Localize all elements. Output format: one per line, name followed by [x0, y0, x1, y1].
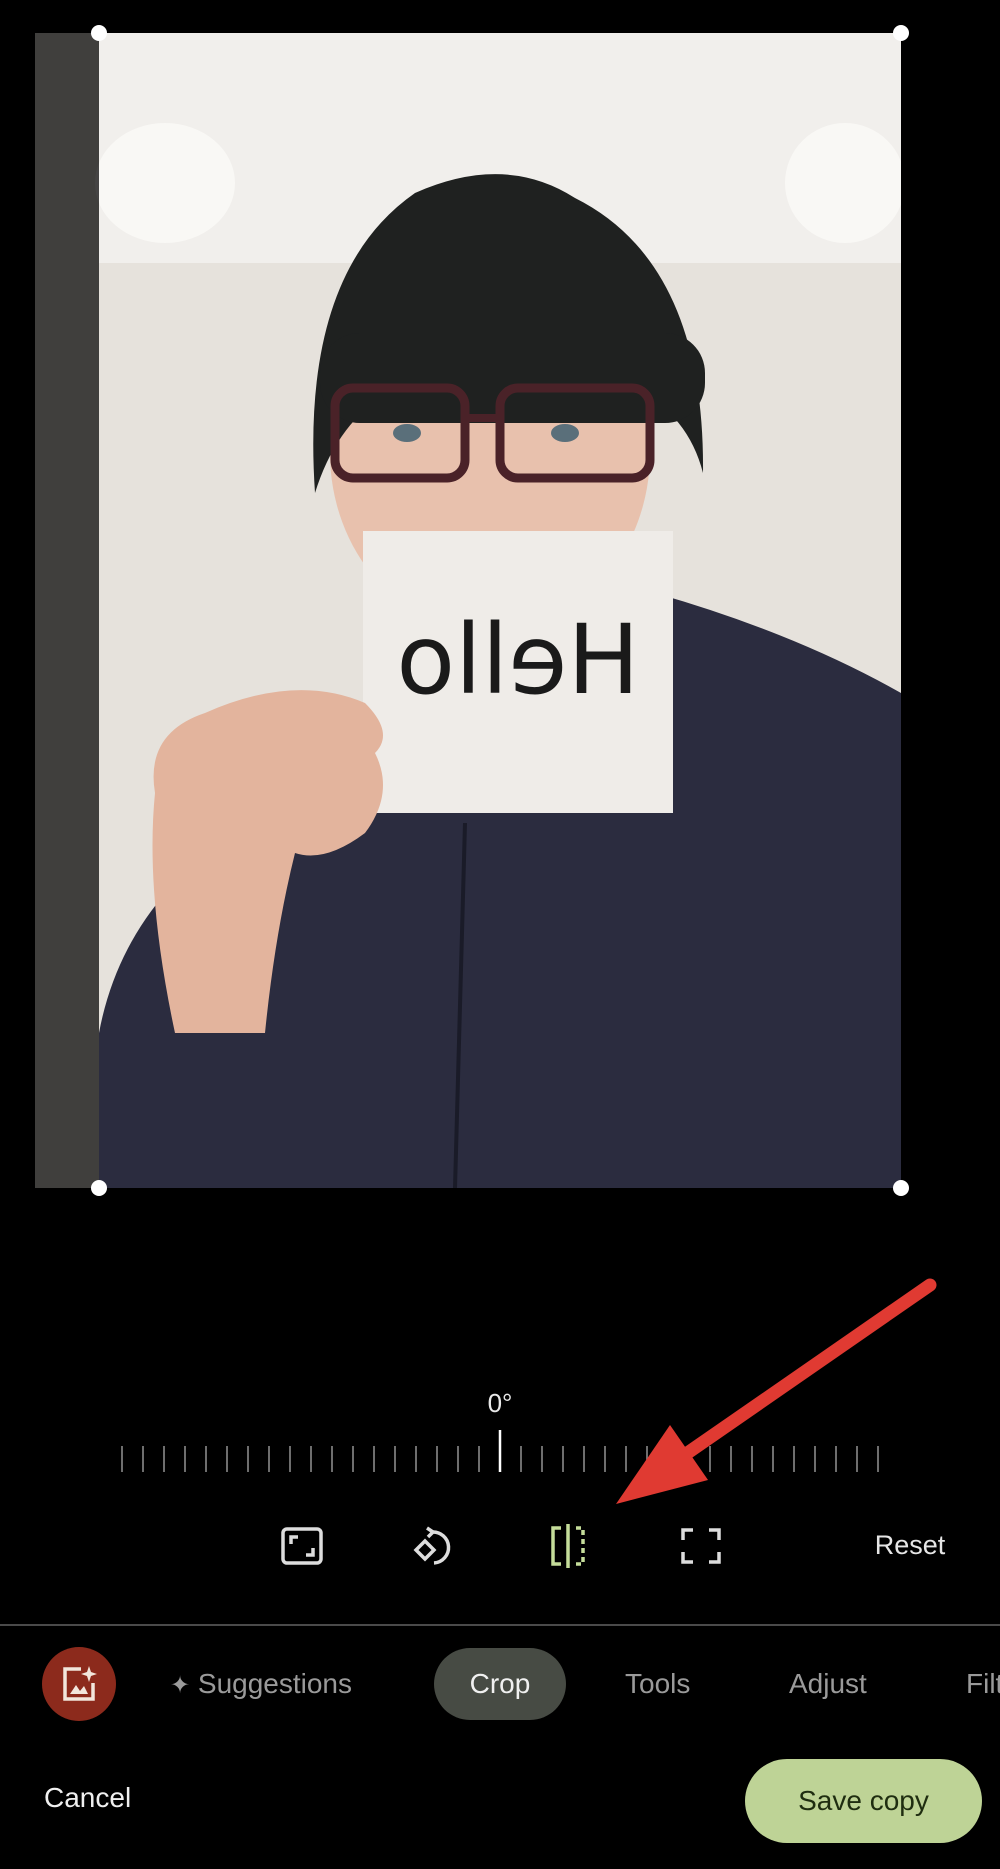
aspect-ratio-button[interactable]: [274, 1518, 330, 1574]
divider: [0, 1624, 1000, 1626]
tab-suggestions[interactable]: ✦ Suggestions: [170, 1664, 352, 1704]
tab-tools[interactable]: Tools: [625, 1664, 690, 1704]
rotation-dial[interactable]: [120, 1430, 880, 1475]
tab-crop[interactable]: Crop: [434, 1648, 566, 1720]
magic-editor-button[interactable]: [42, 1647, 116, 1721]
free-crop-button[interactable]: [673, 1518, 729, 1574]
magic-editor-icon: [63, 1666, 97, 1701]
sign-text: Hello: [396, 604, 639, 716]
rotate-icon: [413, 1526, 451, 1565]
rotation-angle-label: 0°: [487, 1388, 513, 1418]
rotate-button[interactable]: [406, 1518, 462, 1574]
tab-filters[interactable]: Filt: [966, 1664, 1000, 1704]
crop-handle-bottom-right[interactable]: [893, 1180, 909, 1196]
aspect-ratio-icon: [281, 1527, 323, 1565]
free-crop-icon: [681, 1528, 721, 1564]
crop-handle-top-left[interactable]: [91, 25, 107, 41]
flip-button[interactable]: [541, 1518, 597, 1574]
reset-button[interactable]: Reset: [860, 1530, 960, 1561]
tab-adjust[interactable]: Adjust: [789, 1664, 867, 1704]
sparkle-icon: ✦: [170, 1672, 191, 1699]
tab-suggestions-label: Suggestions: [197, 1668, 352, 1699]
crop-handle-bottom-left[interactable]: [91, 1180, 107, 1196]
flip-icon: [551, 1524, 585, 1568]
cancel-button[interactable]: Cancel: [44, 1782, 131, 1814]
save-copy-button[interactable]: Save copy: [745, 1759, 982, 1843]
crop-handle-top-right[interactable]: [893, 25, 909, 41]
photo-preview: Hello: [35, 33, 901, 1188]
